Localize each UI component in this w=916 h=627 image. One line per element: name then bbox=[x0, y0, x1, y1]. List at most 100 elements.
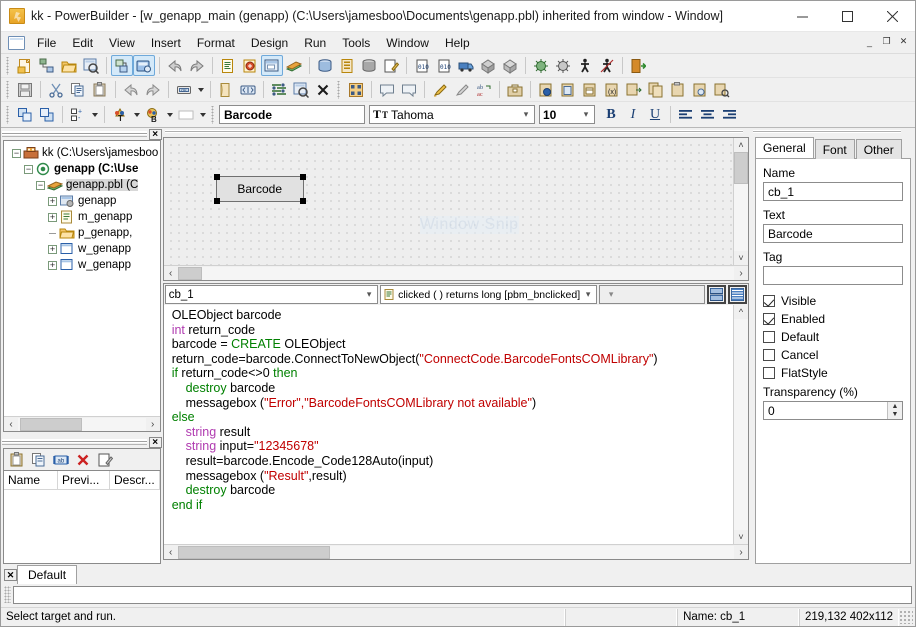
tree-expander-7[interactable]: + bbox=[48, 261, 57, 270]
clipboard-paste-all-button[interactable] bbox=[667, 79, 689, 100]
debug-button[interactable]: 010 bbox=[411, 55, 433, 76]
cut-button[interactable] bbox=[45, 79, 67, 100]
transparency-stepper[interactable]: 0 ▲ ▼ bbox=[763, 401, 903, 420]
database-profile-button[interactable] bbox=[358, 55, 380, 76]
canvas-hscroll-thumb[interactable] bbox=[178, 267, 202, 280]
layout-button[interactable] bbox=[268, 79, 290, 100]
tree-item-menu-object[interactable]: + m_genapp bbox=[6, 209, 160, 225]
insert-control-button[interactable]: OK bbox=[173, 79, 195, 100]
clip-edit-button[interactable] bbox=[94, 449, 116, 470]
debug-application-button[interactable] bbox=[552, 55, 574, 76]
tree-expander-5[interactable]: + bbox=[48, 213, 57, 222]
tree-expander-4[interactable]: + bbox=[48, 197, 57, 206]
mdi-system-icon[interactable] bbox=[8, 36, 25, 50]
canvas-scroll-left-icon[interactable]: ‹ bbox=[164, 267, 178, 280]
transparency-value[interactable]: 0 bbox=[764, 404, 887, 418]
design-canvas[interactable]: Window Snip Barcode bbox=[164, 138, 733, 265]
spin-down-icon[interactable]: ▼ bbox=[888, 411, 902, 420]
tree-item-application[interactable]: + genapp bbox=[6, 193, 160, 209]
checkbox-cancel[interactable]: Cancel bbox=[763, 346, 903, 363]
undo-button[interactable] bbox=[164, 55, 186, 76]
code-scroll-up-icon[interactable]: ^ bbox=[734, 305, 748, 319]
tree-item-target[interactable]: − genapp (C:\Use bbox=[6, 161, 160, 177]
code-scroll-down-icon[interactable]: ˅ bbox=[734, 530, 748, 544]
tab-order-dropdown[interactable] bbox=[89, 104, 100, 125]
script-code-area[interactable]: OLEObject barcodeint return_codebarcode … bbox=[164, 305, 733, 544]
deploy-button[interactable] bbox=[455, 55, 477, 76]
clear-highlight-button[interactable] bbox=[451, 79, 473, 100]
checkbox-flatstyle[interactable]: FlatStyle bbox=[763, 364, 903, 381]
canvas-vscrollbar[interactable]: ˄ ˅ bbox=[733, 138, 748, 265]
system-tree-drag-handle[interactable] bbox=[2, 131, 147, 137]
text-color-button[interactable]: T bbox=[109, 104, 131, 125]
hscroll-track[interactable] bbox=[18, 418, 146, 431]
mdi-minimize-button[interactable]: _ bbox=[862, 34, 877, 49]
fill-color-dropdown[interactable] bbox=[197, 104, 208, 125]
clipboard-search-button[interactable] bbox=[711, 79, 733, 100]
tree-item-folder[interactable]: p_genapp, bbox=[6, 225, 160, 241]
font-family-combo[interactable]: TT Tahoma ▾ bbox=[369, 105, 535, 124]
find-layout-button[interactable] bbox=[290, 79, 312, 100]
checkbox-enabled[interactable]: Enabled bbox=[763, 310, 903, 327]
browse-button[interactable] bbox=[80, 55, 102, 76]
system-tree-close-button[interactable]: × bbox=[149, 129, 162, 140]
menu-item-tools[interactable]: Tools bbox=[334, 33, 378, 53]
text-field[interactable]: Barcode bbox=[763, 224, 903, 243]
incremental-build-button[interactable] bbox=[499, 55, 521, 76]
edit-script-button[interactable] bbox=[380, 55, 402, 76]
send-to-back-button[interactable] bbox=[36, 104, 58, 125]
debug-preview-window-button[interactable] bbox=[596, 55, 618, 76]
name-field[interactable]: cb_1 bbox=[763, 182, 903, 201]
resize-handle-nw[interactable] bbox=[214, 174, 220, 180]
toolbar-grip-3[interactable] bbox=[336, 81, 343, 99]
tree-expander-6[interactable]: + bbox=[48, 245, 57, 254]
barcode-command-button[interactable]: Barcode bbox=[216, 176, 304, 202]
clipboard-export-button[interactable] bbox=[623, 79, 645, 100]
menu-item-run[interactable]: Run bbox=[296, 33, 334, 53]
chevron-down-icon-5[interactable]: ▾ bbox=[603, 289, 619, 300]
split-pane-icon[interactable] bbox=[707, 285, 726, 304]
checkbox-flatstyle-box[interactable] bbox=[763, 367, 775, 379]
clip-delete-button[interactable] bbox=[72, 449, 94, 470]
fill-color-swatch[interactable] bbox=[175, 104, 197, 125]
clip-window-close-button[interactable]: × bbox=[149, 437, 162, 448]
window-painter-button[interactable] bbox=[261, 55, 283, 76]
tab-order-button[interactable] bbox=[215, 79, 237, 100]
chevron-down-icon-3[interactable]: ▾ bbox=[361, 289, 377, 300]
toolbar-grip[interactable] bbox=[5, 57, 12, 75]
resize-grip-icon[interactable] bbox=[899, 610, 913, 624]
tree-item-library[interactable]: − genapp.pbl (C bbox=[6, 177, 160, 193]
new-button[interactable] bbox=[14, 55, 36, 76]
toolbar-grip-4[interactable] bbox=[5, 106, 12, 124]
underline-button[interactable]: U bbox=[644, 104, 666, 125]
checkbox-enabled-box[interactable] bbox=[763, 313, 775, 325]
menu-item-help[interactable]: Help bbox=[437, 33, 478, 53]
canvas-hscrollbar[interactable]: ‹ › bbox=[164, 265, 748, 280]
clipboard-add-button[interactable] bbox=[557, 79, 579, 100]
tab-other[interactable]: Other bbox=[856, 139, 902, 159]
menu-item-format[interactable]: Format bbox=[189, 33, 243, 53]
inherit-button[interactable] bbox=[36, 55, 58, 76]
clipboard-copy-all-button[interactable] bbox=[645, 79, 667, 100]
build-button[interactable] bbox=[477, 55, 499, 76]
preview-window-button[interactable] bbox=[237, 79, 259, 100]
checkbox-visible[interactable]: Visible bbox=[763, 292, 903, 309]
menu-item-insert[interactable]: Insert bbox=[143, 33, 189, 53]
uncomment-button[interactable] bbox=[398, 79, 420, 100]
save-button[interactable] bbox=[14, 79, 36, 100]
checkbox-visible-box[interactable] bbox=[763, 295, 775, 307]
run-application-button[interactable] bbox=[530, 55, 552, 76]
redo-2-button[interactable] bbox=[142, 79, 164, 100]
tree-expander-2[interactable]: − bbox=[24, 165, 33, 174]
tree-item-window-2[interactable]: + w_genapp bbox=[6, 257, 160, 273]
tab-order-list-button[interactable]: +- bbox=[67, 104, 89, 125]
clip-window-drag-handle[interactable] bbox=[2, 439, 147, 445]
system-tree-hscrollbar[interactable]: ‹ › bbox=[4, 416, 160, 431]
checkbox-default-box[interactable] bbox=[763, 331, 775, 343]
transparency-spin-buttons[interactable]: ▲ ▼ bbox=[887, 402, 902, 419]
code-vscroll-track[interactable] bbox=[734, 319, 748, 530]
undo-2-button[interactable] bbox=[120, 79, 142, 100]
clip-paste-button[interactable] bbox=[6, 449, 28, 470]
resize-handle-ne[interactable] bbox=[300, 174, 306, 180]
scroll-down-icon[interactable]: ˅ bbox=[734, 251, 748, 265]
